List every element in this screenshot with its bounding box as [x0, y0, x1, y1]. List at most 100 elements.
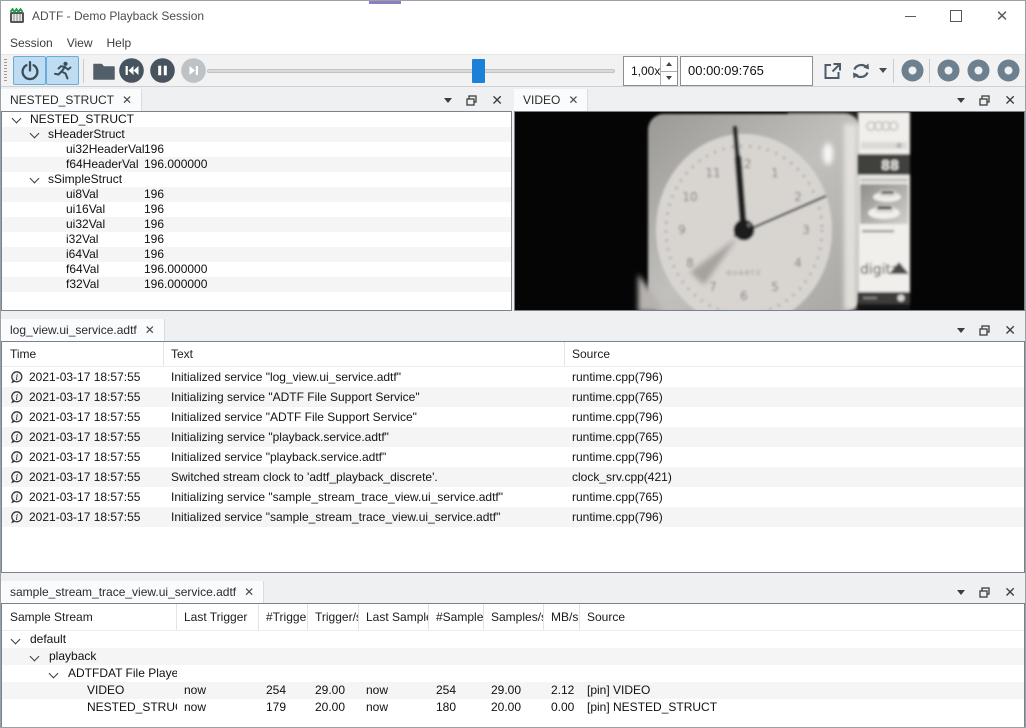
trace-row[interactable]: ADTFDAT File Player [2, 665, 1024, 682]
tree-row[interactable]: sSimpleStruct [2, 172, 511, 187]
dock-close-icon[interactable]: ✕ [1004, 323, 1016, 337]
column-header-last-trigger[interactable]: Last Trigger [177, 604, 259, 630]
menu-session[interactable]: Session [10, 36, 53, 50]
column-header-time[interactable]: Time [2, 342, 164, 366]
speed-decrease-button[interactable] [661, 72, 677, 86]
loop-icon [849, 60, 873, 82]
tree-row[interactable]: i32Val196 [2, 232, 511, 247]
time-display-field[interactable]: 00:00:09:765 [680, 56, 813, 86]
dock-close-icon[interactable]: ✕ [1004, 93, 1016, 107]
log-row[interactable]: i2021-03-17 18:57:55 Initialized service… [2, 367, 1024, 387]
chevron-down-icon[interactable] [12, 114, 22, 124]
speed-increase-button[interactable] [661, 57, 677, 72]
tab-close-icon[interactable]: ✕ [122, 94, 132, 106]
dock-menu-icon[interactable] [444, 98, 452, 103]
trace-row[interactable]: VIDEO now 254 29.00 now 254 29.00 2.12 [… [2, 682, 1024, 699]
main-toolbar: 1,00x 00:00:09:765 [1, 54, 1025, 87]
dock-float-icon[interactable] [979, 325, 990, 336]
svg-text:QUARTZ: QUARTZ [726, 269, 762, 277]
loop-button[interactable] [847, 56, 875, 85]
menu-help[interactable]: Help [107, 36, 132, 50]
tab-close-icon[interactable]: ✕ [145, 324, 155, 336]
tab-nested-struct[interactable]: NESTED_STRUCT ✕ [1, 89, 142, 111]
step-forward-button[interactable] [177, 56, 210, 85]
dock-menu-icon[interactable] [957, 98, 965, 103]
column-header-last-sample[interactable]: Last Sample [359, 604, 429, 630]
tree-row[interactable]: sHeaderStruct [2, 127, 511, 142]
log-row[interactable]: i2021-03-17 18:57:55 Initializing servic… [2, 487, 1024, 507]
chevron-down-icon[interactable] [30, 174, 40, 184]
log-row[interactable]: i2021-03-17 18:57:55 Initialized service… [2, 407, 1024, 427]
dock-menu-icon[interactable] [957, 328, 965, 333]
pause-button[interactable] [146, 56, 179, 85]
tree-row[interactable]: ui16Val196 [2, 202, 511, 217]
record-button-3[interactable] [964, 56, 992, 85]
column-header-source[interactable]: Source [580, 604, 1024, 630]
video-display: 12 1 2 3 4 5 6 7 8 9 10 [514, 111, 1025, 311]
tree-row[interactable]: f64Val196.000000 [2, 262, 511, 277]
chevron-down-icon[interactable] [49, 669, 59, 679]
skip-to-start-button[interactable] [115, 56, 148, 85]
log-row[interactable]: i2021-03-17 18:57:55 Initializing servic… [2, 427, 1024, 447]
tab-close-icon[interactable]: ✕ [568, 94, 578, 106]
svg-text:11: 11 [705, 166, 720, 180]
column-header-num-samples[interactable]: #Samples [429, 604, 484, 630]
dock-menu-icon[interactable] [957, 590, 965, 595]
log-row[interactable]: i2021-03-17 18:57:55 Initializing servic… [2, 387, 1024, 407]
maximize-button[interactable] [933, 1, 979, 31]
dock-float-icon[interactable] [979, 587, 990, 598]
tree-row[interactable]: i64Val196 [2, 247, 511, 262]
dock-float-icon[interactable] [466, 95, 477, 106]
tree-row[interactable]: NESTED_STRUCT [2, 112, 511, 127]
loop-options-button[interactable] [875, 56, 891, 85]
column-header-source[interactable]: Source [565, 342, 1024, 366]
trace-row[interactable]: NESTED_STRUCT now 179 20.00 now 180 20.0… [2, 699, 1024, 716]
tree-row[interactable]: f64HeaderVal196.000000 [2, 157, 511, 172]
trace-row[interactable]: default [2, 631, 1024, 648]
tab-log-view[interactable]: log_view.ui_service.adtf ✕ [1, 319, 165, 341]
speed-value[interactable]: 1,00x [624, 57, 660, 85]
tree-value: 196 [144, 142, 164, 157]
log-row[interactable]: i2021-03-17 18:57:55 Switched stream clo… [2, 467, 1024, 487]
timeline-slider-groove[interactable] [207, 69, 615, 73]
column-header-num-trigger[interactable]: #Trigger [259, 604, 308, 630]
stream-label: default [30, 632, 66, 646]
tab-close-icon[interactable]: ✕ [244, 586, 254, 598]
dock-float-icon[interactable] [979, 95, 990, 106]
dock-close-icon[interactable]: ✕ [1004, 585, 1016, 599]
title-bar[interactable]: ADTF - Demo Playback Session ✕ [1, 1, 1025, 31]
trace-row[interactable]: playback [2, 648, 1024, 665]
record-button-4[interactable] [994, 56, 1022, 85]
record-button-2[interactable] [934, 56, 962, 85]
log-row[interactable]: i2021-03-17 18:57:55 Initialized service… [2, 447, 1024, 467]
column-header-mbps[interactable]: MB/s [544, 604, 580, 630]
tree-row[interactable]: f32Val196.000000 [2, 277, 511, 292]
column-header-text[interactable]: Text [164, 342, 565, 366]
tree-row[interactable]: ui32HeaderVal196 [2, 142, 511, 157]
chevron-down-icon[interactable] [30, 129, 40, 139]
svg-text:5: 5 [771, 280, 779, 294]
column-header-trigger-rate[interactable]: Trigger/s [308, 604, 359, 630]
speed-spinbox[interactable]: 1,00x [623, 56, 678, 86]
column-header-sample-rate[interactable]: Samples/s [484, 604, 544, 630]
tree-row[interactable]: ui8Val196 [2, 187, 511, 202]
detach-button[interactable] [817, 56, 847, 85]
log-row[interactable]: i2021-03-17 18:57:55 Initialized service… [2, 507, 1024, 527]
close-button[interactable]: ✕ [979, 1, 1025, 31]
column-header-sample-stream[interactable]: Sample Stream [2, 604, 177, 630]
toolbar-grip[interactable] [4, 59, 7, 83]
log-text: Initialized service "ADTF File Support S… [164, 407, 565, 427]
tree-row[interactable]: ui32Val196 [2, 217, 511, 232]
record-icon [966, 58, 991, 83]
menu-view[interactable]: View [67, 36, 93, 50]
power-toggle-button[interactable] [13, 56, 46, 85]
tab-trace-view[interactable]: sample_stream_trace_view.ui_service.adtf… [1, 581, 264, 603]
timeline-slider-handle[interactable] [472, 59, 485, 83]
record-button-1[interactable] [898, 56, 926, 85]
run-toggle-button[interactable] [46, 56, 79, 85]
minimize-button[interactable] [887, 1, 933, 31]
chevron-down-icon[interactable] [30, 652, 40, 662]
chevron-down-icon[interactable] [11, 635, 21, 645]
dock-close-icon[interactable]: ✕ [491, 93, 503, 107]
tab-video[interactable]: VIDEO ✕ [514, 89, 588, 111]
